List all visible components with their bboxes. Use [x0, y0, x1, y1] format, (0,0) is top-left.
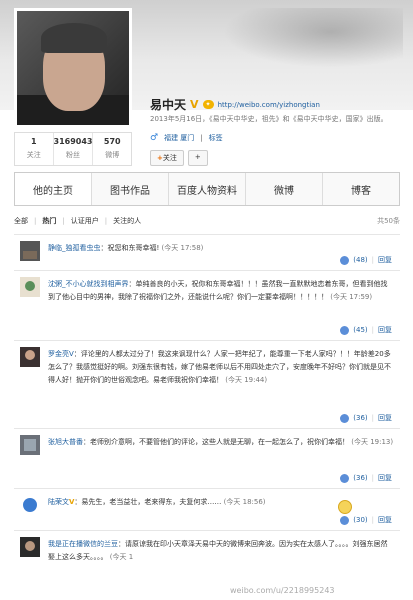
comment-user[interactable]: 沈粥_不小心就找到相声界 [48, 280, 129, 288]
follow-button[interactable]: +关注 [150, 150, 184, 166]
profile-name: 易中天 [150, 98, 187, 112]
tab-blog[interactable]: 博客 [323, 173, 399, 205]
reply-link[interactable]: 回复 [378, 413, 392, 423]
list-item: 罗金亮V：评论里的人都太过分了！我这来讽现什么？人家一把年纪了，能尊重一下老人家… [14, 340, 400, 428]
reply-link[interactable]: 回复 [378, 325, 392, 335]
like-count[interactable]: (45) [353, 326, 367, 334]
filter-verified[interactable]: 认证用户 [71, 216, 99, 226]
profile-intro: 2013年5月16日，《易中天中华史，祖先》和《易中天中华史，国家》出版。 [150, 115, 388, 123]
like-icon[interactable] [340, 413, 350, 423]
avatar[interactable] [20, 277, 40, 297]
watermark: weibo.com/u/2218995243 [230, 586, 335, 595]
male-icon: ♂ [150, 133, 159, 143]
avatar[interactable] [20, 241, 40, 261]
list-item: 沈粥_不小心就找到相声界：单纯善良的小天，祝你和东哥幸福！！！虽然我一直默默地恋… [14, 270, 400, 340]
follow-actions: +关注 + [150, 150, 208, 166]
profile-tabs: 他的主页 图书作品 百度人物资料 微博 博客 [14, 172, 400, 206]
stat-posts[interactable]: 570 微博 [93, 133, 131, 165]
filter-hot[interactable]: 热门 [42, 216, 56, 226]
stat-following[interactable]: 1 关注 [15, 133, 54, 165]
cover-artwork [223, 8, 403, 68]
like-count[interactable]: (36) [353, 474, 367, 482]
comment-user[interactable]: 我是正在播微信的兰豆 [48, 540, 118, 548]
like-icon[interactable] [340, 473, 350, 483]
profile-avatar[interactable] [14, 8, 132, 128]
list-item: 我是正在播微信的兰豆：请原谅我在印小天章泽天易中天的微博来回奔波。因为实在太感人… [14, 530, 400, 580]
tags-link[interactable]: 标签 [209, 133, 223, 143]
comment-filter-bar: 全部 | 热门 | 认证用户 | 关注的人 共50条 [14, 216, 400, 226]
tab-baike[interactable]: 百度人物资料 [169, 173, 246, 205]
smiley-emoji-icon [338, 500, 352, 514]
avatar[interactable] [20, 495, 40, 515]
filter-following[interactable]: 关注的人 [113, 216, 141, 226]
like-icon[interactable] [340, 255, 350, 265]
comment-time: (今天 17:58) [161, 244, 204, 252]
tab-home[interactable]: 他的主页 [15, 173, 92, 205]
avatar[interactable] [20, 435, 40, 455]
comment-text: ：老师别介意啊，不要管他们的评论，这些人就是无聊，在一起怎么了，祝你们幸福！ [83, 438, 349, 446]
comment-time: (今天 1 [109, 553, 134, 561]
list-item: 陆荣文V：易先生，老当益壮，老来得东，夫复何求…… (今天 18:56) (30… [14, 488, 400, 530]
comment-time: (今天 18:56) [223, 498, 266, 506]
comment-user[interactable]: 张旭大普番 [48, 438, 83, 446]
avatar[interactable] [20, 537, 40, 557]
comment-user[interactable]: 罗金亮V [48, 350, 74, 358]
like-count[interactable]: (48) [353, 256, 367, 264]
reply-link[interactable]: 回复 [378, 255, 392, 265]
tab-books[interactable]: 图书作品 [92, 173, 169, 205]
comment-list: 静临_独孤看虫虫：祝您和东哥幸福! (今天 17:58) (48) | 回复 沈粥_… [14, 234, 400, 580]
comment-text: ：易先生，老当益壮，老来得东，夫复何求…… [74, 498, 222, 506]
avatar[interactable] [20, 347, 40, 367]
profile-name-row: 易中天 V ✦ http://weibo.com/yizhongtian [150, 96, 320, 113]
reply-link[interactable]: 回复 [378, 515, 392, 525]
like-icon[interactable] [340, 325, 350, 335]
reply-link[interactable]: 回复 [378, 473, 392, 483]
comment-text: ：祝您和东哥幸福! [100, 244, 160, 252]
filter-all[interactable]: 全部 [14, 216, 28, 226]
location-link[interactable]: 福建 厦门 [164, 133, 194, 143]
comment-time: (今天 19:13) [351, 438, 394, 446]
comment-time: (今天 19:44) [225, 376, 268, 384]
like-count[interactable]: (30) [353, 516, 367, 524]
tab-weibo[interactable]: 微博 [246, 173, 323, 205]
list-item: 张旭大普番：老师别介意啊，不要管他们的评论，这些人就是无聊，在一起怎么了，祝你们… [14, 428, 400, 488]
more-button[interactable]: + [187, 150, 208, 166]
comment-time: (今天 17:59) [330, 293, 373, 301]
profile-url-link[interactable]: http://weibo.com/yizhongtian [218, 101, 320, 109]
like-icon[interactable] [340, 515, 350, 525]
comment-count: 共50条 [377, 217, 400, 225]
comment-user[interactable]: 陆荣文 [48, 498, 69, 506]
stat-followers[interactable]: 3169043 粉丝 [54, 133, 94, 165]
vip-badge-icon: ✦ [202, 100, 214, 109]
verified-v-icon: V [190, 98, 199, 111]
list-item: 静临_独孤看虫虫：祝您和东哥幸福! (今天 17:58) (48) | 回复 [14, 234, 400, 270]
profile-stats: 1 关注 3169043 粉丝 570 微博 [14, 132, 132, 166]
profile-meta: ♂ 福建 厦门 | 标签 [150, 133, 223, 143]
comment-user[interactable]: 静临_独孤看虫虫 [48, 244, 101, 252]
like-count[interactable]: (36) [353, 414, 367, 422]
comment-text: ：评论里的人都太过分了！我这来讽现什么？人家一把年纪了，能尊重一下老人家吗？！！… [48, 350, 391, 384]
